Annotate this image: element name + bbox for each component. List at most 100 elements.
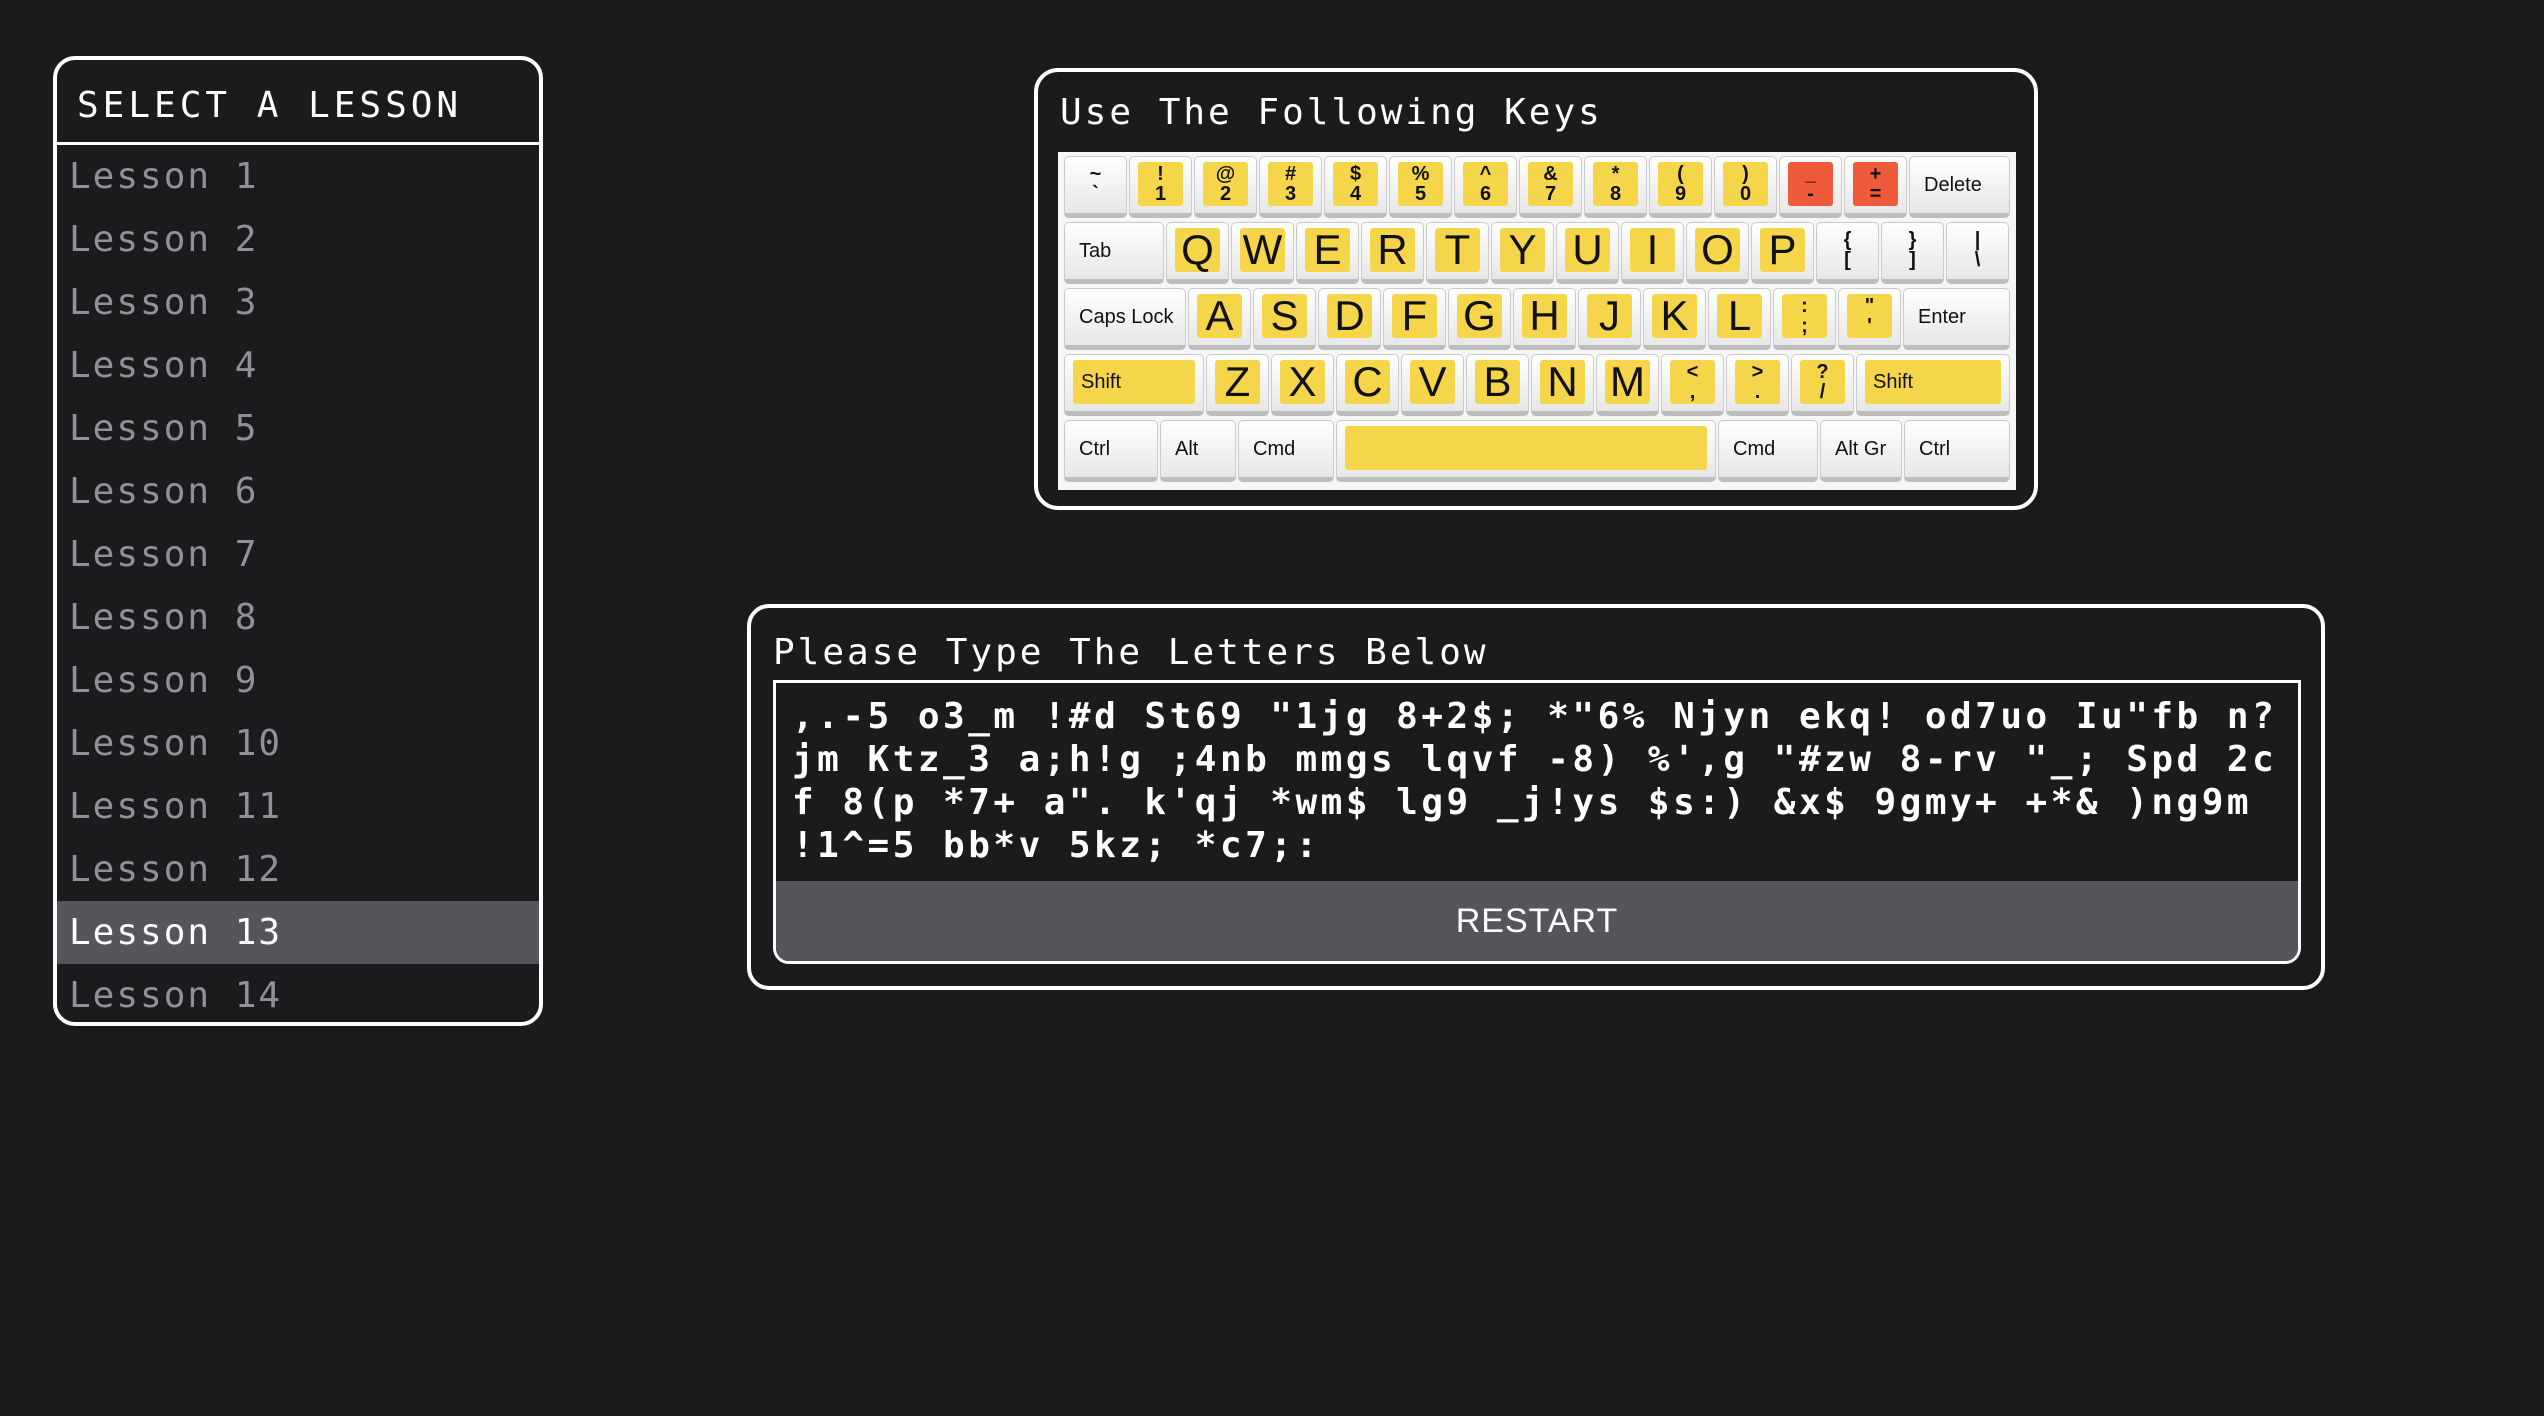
key-minus-label: _ - — [1788, 162, 1833, 206]
key-a: A — [1188, 288, 1251, 350]
key-enter-label: Enter — [1918, 305, 1966, 328]
key-s: S — [1253, 288, 1316, 350]
key-x-label: X — [1280, 358, 1325, 405]
key-t: T — [1426, 222, 1489, 284]
key-equals-label: + = — [1853, 162, 1898, 206]
lesson-item-1[interactable]: Lesson 1 — [57, 145, 539, 208]
key-l-label: L — [1717, 292, 1762, 339]
key-9: (9 — [1649, 156, 1712, 218]
key-4: $4 — [1324, 156, 1387, 218]
type-panel-title: Please Type The Letters Below — [773, 632, 1489, 673]
keys-panel-title: Use The Following Keys — [1060, 92, 1603, 133]
key-0-label: ) 0 — [1723, 162, 1768, 206]
key-alt-gr-label: Alt Gr — [1835, 437, 1887, 460]
key-caps-lock: Caps Lock — [1064, 288, 1186, 350]
key-tab-label: Tab — [1079, 239, 1112, 262]
lesson-item-3[interactable]: Lesson 3 — [57, 271, 539, 334]
key-8-label: * 8 — [1593, 162, 1638, 206]
key-alt: Alt — [1160, 420, 1236, 482]
key-1-label: ! 1 — [1138, 162, 1183, 206]
key-c-label: C — [1345, 358, 1390, 405]
key-z-label: Z — [1215, 358, 1260, 405]
key-j-label: J — [1587, 292, 1632, 339]
lesson-item-11[interactable]: Lesson 11 — [57, 775, 539, 838]
key-h: H — [1513, 288, 1576, 350]
lesson-item-12[interactable]: Lesson 12 — [57, 838, 539, 901]
lesson-item-13[interactable]: Lesson 13 — [57, 901, 539, 964]
lesson-item-7[interactable]: Lesson 7 — [57, 523, 539, 586]
key-e: E — [1296, 222, 1359, 284]
key-i: I — [1621, 222, 1684, 284]
key-q: Q — [1166, 222, 1229, 284]
key-semicolon-label: :; — [1782, 294, 1827, 338]
key-b-label: B — [1475, 358, 1520, 405]
key-f: F — [1383, 288, 1446, 350]
lesson-item-9[interactable]: Lesson 9 — [57, 649, 539, 712]
lesson-item-14[interactable]: Lesson 14 — [57, 964, 539, 1022]
key-cmd-right-label: Cmd — [1733, 437, 1776, 460]
key-z: Z — [1206, 354, 1269, 416]
key-x: X — [1271, 354, 1334, 416]
key-quote: " ' — [1838, 288, 1901, 350]
key-space-face — [1345, 426, 1707, 470]
key-9-label: (9 — [1658, 162, 1703, 206]
key-w-label: W — [1240, 226, 1285, 273]
key-1: ! 1 — [1129, 156, 1192, 218]
key-j: J — [1578, 288, 1641, 350]
type-panel: Please Type The Letters Below ,.-5 o3_m … — [747, 604, 2325, 990]
key-w: W — [1231, 222, 1294, 284]
key-b: B — [1466, 354, 1529, 416]
key-slash-label: ? / — [1800, 360, 1845, 404]
key-comma-label: <, — [1670, 360, 1715, 404]
lesson-item-10[interactable]: Lesson 10 — [57, 712, 539, 775]
lesson-item-4[interactable]: Lesson 4 — [57, 334, 539, 397]
key-a-label: A — [1197, 292, 1242, 339]
lesson-panel: SELECT A LESSON Lesson 1 Lesson 2 Lesson… — [53, 56, 543, 1026]
key-shift-right-label: Shift — [1865, 360, 2001, 404]
key-7-label: & 7 — [1528, 162, 1573, 206]
key-2-label: @2 — [1203, 162, 1248, 206]
key-y: Y — [1491, 222, 1554, 284]
lesson-item-8[interactable]: Lesson 8 — [57, 586, 539, 649]
typing-text-box[interactable]: ,.-5 o3_m !#d St69 "1jg 8+2$; *"6% Njyn … — [773, 680, 2301, 964]
key-6-label: ^ 6 — [1463, 162, 1508, 206]
key-o: O — [1686, 222, 1749, 284]
key-3: #3 — [1259, 156, 1322, 218]
key-g: G — [1448, 288, 1511, 350]
key-k: K — [1643, 288, 1706, 350]
key-bracket-2: | \ — [1946, 222, 2009, 284]
key-e-label: E — [1305, 226, 1350, 273]
key-2: @2 — [1194, 156, 1257, 218]
key-3-label: #3 — [1268, 162, 1313, 206]
key-alt-label: Alt — [1175, 437, 1199, 460]
key-o-label: O — [1695, 226, 1740, 273]
key-bracket-2-label: | \ — [1974, 229, 1981, 271]
key-v: V — [1401, 354, 1464, 416]
key-q-label: Q — [1175, 226, 1220, 273]
key-tilde: ~ ` — [1064, 156, 1127, 218]
key-y-label: Y — [1500, 226, 1545, 273]
lesson-item-5[interactable]: Lesson 5 — [57, 397, 539, 460]
key-equals: + = — [1844, 156, 1907, 218]
key-u-label: U — [1565, 226, 1610, 273]
key-l: L — [1708, 288, 1771, 350]
key-c: C — [1336, 354, 1399, 416]
key-s-label: S — [1262, 292, 1307, 339]
key-comma: <, — [1661, 354, 1724, 416]
key-cmd-left-label: Cmd — [1253, 437, 1296, 460]
key-t-label: T — [1435, 226, 1480, 273]
key-u: U — [1556, 222, 1619, 284]
key-5-label: % 5 — [1398, 162, 1443, 206]
key-bracket-1-label: }] — [1908, 229, 1917, 271]
key-bracket-0-label: {[ — [1843, 229, 1852, 271]
key-delete-label: Delete — [1924, 173, 1982, 196]
key-ctrl-right-label: Ctrl — [1919, 437, 1951, 460]
key-p-label: P — [1760, 226, 1805, 273]
key-bracket-0: {[ — [1816, 222, 1879, 284]
key-k-label: K — [1652, 292, 1697, 339]
key-slash: ? / — [1791, 354, 1854, 416]
key-enter: Enter — [1903, 288, 2010, 350]
lesson-item-6[interactable]: Lesson 6 — [57, 460, 539, 523]
restart-button[interactable]: RESTART — [776, 881, 2298, 961]
lesson-item-2[interactable]: Lesson 2 — [57, 208, 539, 271]
